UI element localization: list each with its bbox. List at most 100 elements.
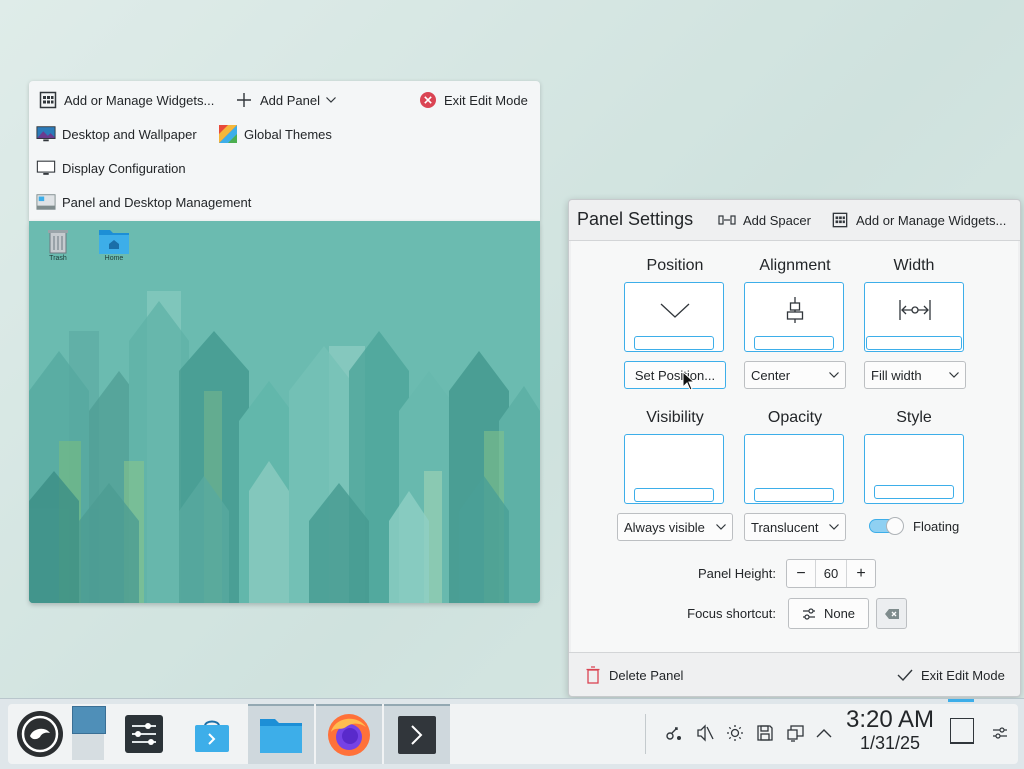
volume-tray-button[interactable] <box>694 722 716 744</box>
clear-shortcut-button[interactable] <box>876 598 907 629</box>
storage-icon <box>757 725 773 741</box>
delete-panel-label: Delete Panel <box>609 667 684 683</box>
add-manage-widgets-label: Add or Manage Widgets... <box>856 212 1007 228</box>
visibility-preview <box>624 434 724 504</box>
brightness-tray-button[interactable] <box>724 722 746 744</box>
discover-store-task[interactable] <box>180 704 244 764</box>
visibility-title: Visibility <box>646 409 704 426</box>
monitor-icon <box>36 158 56 178</box>
style-title: Style <box>896 409 932 426</box>
increase-height-button[interactable]: + <box>847 565 875 583</box>
konsole-terminal-task[interactable] <box>384 704 450 764</box>
add-widgets-label: Add or Manage Widgets... <box>64 92 215 108</box>
clock-time: 3:20 AM <box>845 706 935 733</box>
alignment-value: Center <box>751 367 791 383</box>
add-widgets-button[interactable]: Add or Manage Widgets... <box>38 87 214 113</box>
firefox-task[interactable] <box>316 704 382 764</box>
floating-toggle[interactable] <box>869 517 905 535</box>
set-position-label: Set Position... <box>634 367 716 383</box>
application-launcher-button[interactable] <box>10 704 70 764</box>
focus-shortcut-label: Focus shortcut: <box>687 606 776 621</box>
dolphin-files-task[interactable] <box>248 704 314 764</box>
clipboard-icon <box>787 725 804 742</box>
spacer-icon <box>717 210 737 230</box>
brightness-icon <box>727 725 743 741</box>
panel-settings-dialog: Panel Settings Add Spacer Add or Manage … <box>568 199 1021 697</box>
checkmark-icon <box>895 665 915 685</box>
alignment-bar <box>754 336 834 350</box>
trash-desktop-icon[interactable]: Trash <box>33 227 83 262</box>
panel-height-spinbox[interactable]: − 60 + <box>786 559 876 588</box>
wallpaper-artwork <box>29 221 540 603</box>
mouse-cursor-icon <box>682 371 696 391</box>
display-configuration-button[interactable]: Display Configuration <box>36 155 186 181</box>
chevron-down-icon <box>949 372 959 378</box>
visibility-select[interactable]: Always visible <box>617 513 733 541</box>
display-configuration-label: Display Configuration <box>62 160 186 176</box>
panel-height-value[interactable]: 60 <box>815 560 847 587</box>
set-position-button[interactable]: Set Position... <box>624 361 726 389</box>
konsole-terminal-icon <box>398 716 436 754</box>
exit-edit-mode-footer-button[interactable]: Exit Edit Mode <box>895 662 1005 688</box>
opacity-select[interactable]: Translucent <box>744 513 846 541</box>
network-tray-button[interactable] <box>663 722 685 744</box>
exit-edit-mode-label: Exit Edit Mode <box>444 92 528 108</box>
opacity-bar <box>754 488 834 502</box>
desktop-preview: Trash Home <box>29 221 540 603</box>
visibility-value: Always visible <box>624 519 705 535</box>
panel-desktop-management-button[interactable]: Panel and Desktop Management <box>36 189 251 215</box>
global-themes-button[interactable]: Global Themes <box>218 121 332 147</box>
wallpaper-icon <box>36 124 56 144</box>
close-circle-icon <box>418 90 438 110</box>
digital-clock[interactable]: 3:20 AM 1/31/25 <box>841 706 939 754</box>
alignment-select[interactable]: Center <box>744 361 846 389</box>
floating-toggle-row: Floating <box>869 517 959 535</box>
panel-position-bar <box>634 336 714 350</box>
alignment-title: Alignment <box>759 257 831 274</box>
desktop-2-thumbnail[interactable] <box>72 734 104 760</box>
exit-edit-mode-footer-label: Exit Edit Mode <box>921 667 1005 683</box>
chevron-down-icon <box>326 97 336 103</box>
home-desktop-icon[interactable]: Home <box>89 227 139 262</box>
add-panel-button[interactable]: Add Panel <box>234 87 336 113</box>
clock-date: 1/31/25 <box>859 733 921 753</box>
add-spacer-button[interactable]: Add Spacer <box>717 207 811 233</box>
width-title: Width <box>893 257 935 274</box>
panel-configure-button[interactable] <box>989 722 1011 744</box>
floating-label: Floating <box>913 518 960 534</box>
clipboard-tray-button[interactable] <box>785 722 807 744</box>
taskbar-panel: 3:20 AM 1/31/25 <box>8 704 1018 764</box>
tray-separator <box>645 714 646 754</box>
chevron-down-icon <box>829 372 839 378</box>
position-title: Position <box>646 257 704 274</box>
alignment-preview <box>744 282 844 352</box>
show-desktop-button[interactable] <box>950 718 974 744</box>
widgets-grid-icon <box>38 90 58 110</box>
add-panel-label: Add Panel <box>260 92 320 108</box>
taskbar: 3:20 AM 1/31/25 <box>0 698 1024 769</box>
delete-panel-button[interactable]: Delete Panel <box>583 662 683 688</box>
desktop-wallpaper-button[interactable]: Desktop and Wallpaper <box>36 121 197 147</box>
add-spacer-label: Add Spacer <box>743 212 811 228</box>
system-settings-task[interactable] <box>112 704 176 764</box>
desktop-1-thumbnail[interactable] <box>72 706 106 734</box>
widgets-grid-icon <box>830 210 850 230</box>
decrease-height-button[interactable]: − <box>787 565 815 583</box>
volume-muted-icon <box>697 724 714 742</box>
panel-drag-handle[interactable] <box>948 699 974 702</box>
exit-edit-mode-button[interactable]: Exit Edit Mode <box>418 87 528 113</box>
home-folder-icon <box>99 230 129 254</box>
tray-expand-icon <box>816 729 832 738</box>
width-select[interactable]: Fill width <box>864 361 966 389</box>
position-preview <box>624 282 724 352</box>
panel-desktop-management-label: Panel and Desktop Management <box>62 194 252 210</box>
tray-expand-button[interactable] <box>813 722 835 744</box>
width-value: Fill width <box>871 367 922 383</box>
network-icon <box>666 727 681 740</box>
focus-shortcut-value: None <box>823 606 856 621</box>
focus-shortcut-button[interactable]: None <box>788 598 869 629</box>
add-manage-widgets-button[interactable]: Add or Manage Widgets... <box>830 207 1006 233</box>
virtual-desktop-pager[interactable] <box>72 706 106 762</box>
storage-tray-button[interactable] <box>754 722 776 744</box>
panel-management-icon <box>36 192 56 212</box>
